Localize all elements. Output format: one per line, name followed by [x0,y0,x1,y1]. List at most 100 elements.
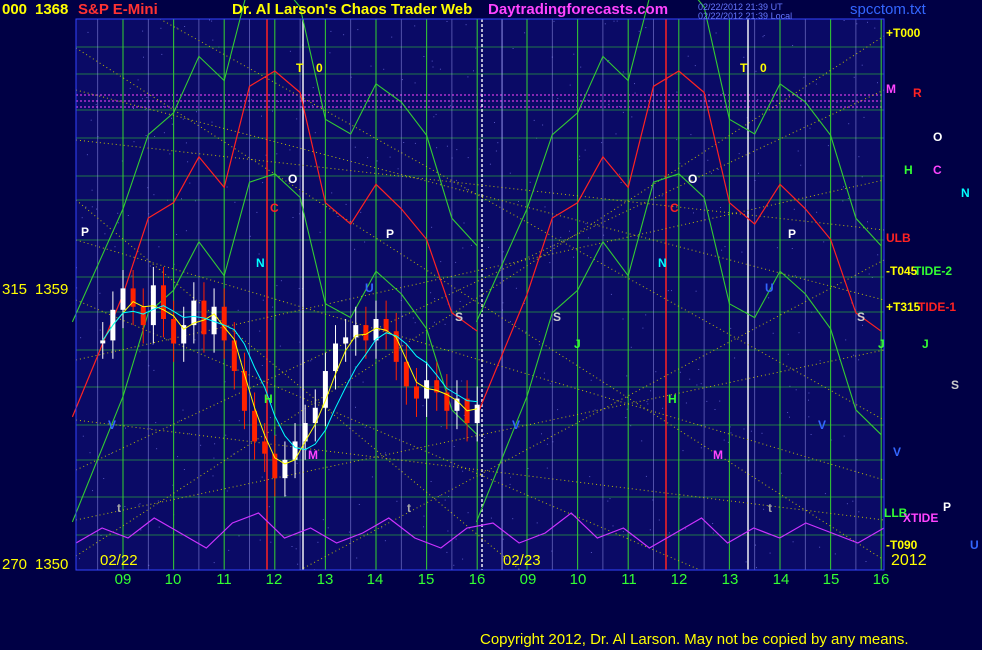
star-dot [140,529,142,531]
star-dot [449,105,451,107]
star-dot [793,208,795,210]
star-dot [803,76,805,78]
star-dot [145,135,147,136]
star-dot [462,247,464,249]
star-dot [423,56,425,57]
star-dot [196,111,197,113]
star-dot [630,346,632,348]
star-dot [868,273,870,275]
price-bar [160,285,166,319]
star-dot [720,207,721,208]
site-link[interactable]: Daytradingforecasts.com [488,1,668,18]
star-dot [761,432,763,434]
page-title: Dr. Al Larson's Chaos Trader Web [232,1,473,18]
star-dot [546,443,548,445]
star-dot [194,339,196,341]
label-u: U [970,538,979,552]
star-dot [467,512,469,514]
star-dot [249,235,251,237]
star-dot [440,261,442,263]
star-dot [371,476,373,478]
star-dot [188,433,190,435]
star-dot [846,503,848,505]
star-dot [609,498,611,500]
marker-t: T [740,61,748,75]
label-j: J [922,337,929,351]
star-dot [269,417,271,419]
label-r: R [913,86,922,100]
star-dot [296,118,298,120]
star-dot [234,201,236,203]
star-dot [834,553,836,555]
star-dot [154,136,156,137]
star-dot [610,293,612,295]
star-dot [758,172,759,174]
label-tide1: TIDE-1 [918,300,957,314]
label-c: C [933,163,942,177]
star-dot [262,182,264,184]
star-dot [149,265,151,267]
star-dot [689,378,691,380]
star-dot [509,483,511,485]
star-dot [213,562,215,564]
star-dot [769,552,771,554]
star-dot [367,157,369,159]
star-dot [668,532,670,534]
star-dot [852,500,854,502]
star-dot [181,198,182,200]
star-dot [201,348,203,350]
x-tick: 11 [216,571,232,588]
star-dot [527,468,529,469]
star-dot [226,490,228,492]
star-dot [641,440,643,442]
star-dot [608,60,610,61]
star-dot [397,168,399,170]
star-dot [724,246,726,248]
star-dot [430,481,432,482]
star-dot [847,198,849,199]
star-dot [529,181,531,183]
star-dot [743,56,745,58]
price-bar [221,306,227,341]
label-ulb: ULB [886,231,911,245]
star-dot [423,515,425,517]
star-dot [510,321,511,323]
star-dot [314,132,316,134]
star-dot [432,66,434,68]
star-dot [810,434,812,435]
star-dot [285,495,287,497]
star-dot [549,383,551,385]
star-dot [589,476,591,478]
star-dot [719,400,721,402]
star-dot [808,399,809,401]
star-dot [682,450,684,452]
star-dot [189,182,191,184]
marker-t-low: t [117,501,121,515]
star-dot [292,217,294,218]
star-dot [698,369,700,370]
marker-s: S [553,310,562,324]
label-tide2: TIDE-2 [914,264,953,278]
star-dot [573,256,575,258]
star-dot [798,332,800,334]
star-dot [187,161,189,163]
star-dot [127,215,129,216]
star-dot [251,99,253,101]
date-day2: 02/23 [503,552,541,569]
star-dot [328,469,330,471]
star-dot [845,339,847,341]
star-dot [645,475,647,477]
star-dot [139,503,141,505]
star-dot [877,254,879,256]
star-dot [453,446,455,447]
star-dot [317,541,319,543]
star-dot [354,366,356,368]
star-dot [853,354,854,356]
star-dot [131,275,133,277]
marker-j: J [574,337,581,351]
star-dot [608,103,610,105]
star-dot [142,30,144,32]
star-dot [792,45,794,46]
marker-c: C [670,201,679,215]
star-dot [687,55,689,57]
